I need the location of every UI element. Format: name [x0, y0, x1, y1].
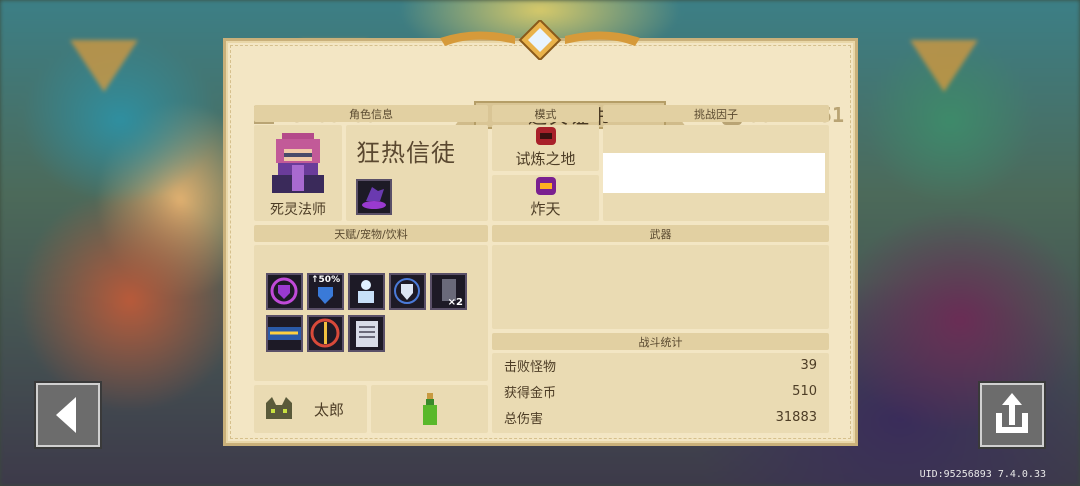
talent-slot [348, 315, 385, 352]
weapons-label: 武器 [492, 225, 829, 242]
talent-slot [307, 315, 344, 352]
stat-label: 获得金币 [504, 385, 557, 401]
mode-name: 炸天 [530, 200, 561, 218]
talent-slot [266, 273, 303, 310]
purple-shield-talent-icon [270, 277, 298, 305]
trial-grounds-icon [536, 127, 556, 145]
talents-label: 天赋/宠物/饮料 [254, 225, 488, 242]
stat-value: 31883 [775, 409, 817, 425]
character-portrait-panel: 死灵法师 [254, 125, 342, 221]
battle-stats-panel: 击败怪物 39 获得金币 510 总伤害 31883 [492, 353, 829, 433]
skill-slot [356, 179, 392, 215]
talent-slot [266, 315, 303, 352]
stat-value: 510 [792, 383, 817, 399]
stat-label: 总伤害 [504, 411, 544, 427]
talent-slot: ×2 [430, 273, 467, 310]
share-export-icon [996, 393, 1028, 433]
challenge-factors-blank [603, 153, 825, 193]
certificate-crest-icon [440, 20, 640, 60]
arrow-left-icon [56, 397, 76, 433]
lightning-arrow-talent-icon [268, 327, 301, 340]
mode-item: 试炼之地 [492, 125, 599, 171]
stat-label: 击败怪物 [504, 359, 557, 375]
scroll-talent-icon [356, 321, 378, 347]
mode-name: 试炼之地 [515, 150, 576, 168]
share-button[interactable] [980, 383, 1044, 447]
silver-shield-talent-icon [394, 278, 420, 304]
battle-stats-label: 战斗统计 [492, 333, 829, 350]
back-button[interactable] [36, 383, 100, 447]
background-pennant [910, 40, 978, 92]
drink-panel [371, 385, 488, 433]
pet-panel: 太郎 [254, 385, 367, 433]
stat-row-gold: 获得金币 510 [504, 379, 817, 403]
talent-slot [348, 273, 385, 310]
talent-slot: ↑50% [307, 273, 344, 310]
cat-pet-icon [266, 397, 292, 419]
character-info-label: 角色信息 [254, 105, 488, 122]
talent-slot [389, 273, 426, 310]
weapons-panel [492, 245, 829, 329]
sword-medal-talent-icon [310, 318, 340, 348]
background-pennant [70, 40, 138, 92]
stat-row-monsters: 击败怪物 39 [504, 353, 817, 377]
skin-name: 狂热信徒 [356, 139, 456, 167]
stat-row-damage: 总伤害 31883 [504, 405, 817, 429]
talent-badge: ↑50% [311, 275, 341, 285]
character-class-name: 死灵法师 [270, 202, 326, 218]
clear-certificate-card: 25-08-06 通关证书 00:12:51 角色信息 模式 挑战因子 死灵法师… [223, 38, 858, 446]
necromancer-portrait-icon [272, 133, 324, 193]
mode-label: 模式 [492, 105, 599, 122]
mode-item: 炸天 [492, 175, 599, 221]
dark-summon-skill-icon [362, 187, 386, 209]
boom-demon-icon [536, 177, 556, 195]
pet-name: 太郎 [314, 401, 345, 419]
talents-panel: ↑50% ×2 [254, 245, 488, 381]
clones-talent-icon [358, 280, 374, 303]
talent-badge: ×2 [447, 297, 463, 308]
challenge-factors-panel [603, 125, 829, 221]
character-skin-panel: 狂热信徒 [346, 125, 488, 221]
stat-value: 39 [800, 357, 817, 373]
challenge-factors-label: 挑战因子 [603, 105, 829, 122]
green-bottle-drink-icon [423, 393, 437, 425]
uid-version-text: UID:95256893 7.4.0.33 [919, 469, 1046, 480]
